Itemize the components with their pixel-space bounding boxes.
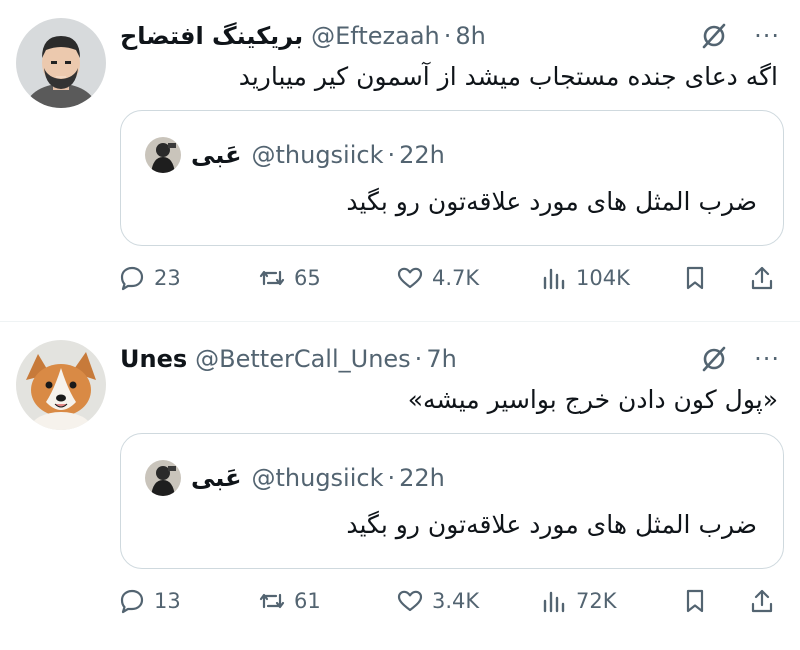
quote-avatar	[145, 460, 181, 496]
bookmark-button[interactable]	[681, 585, 717, 617]
user-handle[interactable]: @BetterCall_Unes	[195, 345, 411, 373]
separator-dot: ·	[414, 345, 423, 373]
bookmark-icon	[686, 589, 704, 613]
like-icon	[397, 590, 423, 612]
separator-dot: ·	[387, 141, 396, 169]
share-icon	[751, 589, 773, 613]
views-button[interactable]: 104K	[540, 262, 630, 294]
share-button[interactable]	[748, 585, 784, 617]
dog-avatar-image	[16, 340, 106, 430]
display-name[interactable]: Unes	[120, 345, 187, 373]
quote-avatar	[145, 137, 181, 173]
like-button[interactable]: 4.7K	[396, 262, 479, 294]
quoted-tweet[interactable]: عَبی @thugsiick · 22h ضرب المثل های مورد…	[120, 110, 784, 246]
timestamp[interactable]: 7h	[426, 345, 456, 373]
views-count: 72K	[576, 589, 617, 613]
retweet-button[interactable]: 65	[258, 262, 321, 294]
retweet-button[interactable]: 61	[258, 585, 321, 617]
tweet-text: «پول کون دادن خرج بواسیر میشه»	[407, 385, 778, 414]
views-button[interactable]: 72K	[540, 585, 617, 617]
tweet[interactable]: بریکینگ افتضاح @Eftezaah · 8h ··· اگه دع…	[0, 0, 800, 322]
separator-dot: ·	[443, 22, 452, 50]
quote-timestamp: 22h	[399, 141, 445, 169]
tweet[interactable]: Unes @BetterCall_Unes · 7h ··· «پول کون …	[0, 323, 800, 650]
action-bar: 13 61 3.4K 72K	[118, 585, 782, 617]
reply-icon	[120, 589, 144, 614]
grok-icon[interactable]	[700, 345, 728, 373]
views-count: 104K	[576, 266, 630, 290]
quote-text: ضرب المثل های مورد علاقه‌تون رو بگید	[346, 510, 757, 539]
avatar[interactable]	[16, 18, 106, 108]
retweet-count: 61	[294, 589, 321, 613]
more-icon[interactable]: ···	[754, 24, 780, 48]
tweet-text: اگه دعای جنده مستجاب میشد از آسمون کیر م…	[238, 62, 778, 91]
reply-icon	[120, 266, 144, 291]
quote-user-handle: @thugsiick	[251, 464, 384, 492]
quote-text: ضرب المثل های مورد علاقه‌تون رو بگید	[346, 187, 757, 216]
retweet-icon	[259, 593, 285, 609]
retweet-count: 65	[294, 266, 321, 290]
retweet-icon	[259, 270, 285, 286]
bookmark-icon	[686, 266, 704, 290]
user-handle[interactable]: @Eftezaah	[311, 22, 440, 50]
tweet-header: Unes @BetterCall_Unes · 7h ···	[120, 343, 780, 375]
reply-count: 23	[154, 266, 181, 290]
reply-count: 13	[154, 589, 181, 613]
like-icon	[397, 267, 423, 289]
quote-display-name: عَبی	[191, 464, 242, 492]
like-button[interactable]: 3.4K	[396, 585, 479, 617]
grok-icon[interactable]	[700, 22, 728, 50]
reply-button[interactable]: 23	[118, 262, 181, 294]
more-icon[interactable]: ···	[754, 347, 780, 371]
views-icon	[543, 591, 565, 613]
like-count: 4.7K	[432, 266, 480, 290]
quoted-tweet[interactable]: عَبی @thugsiick · 22h ضرب المثل های مورد…	[120, 433, 784, 569]
tweet-header: بریکینگ افتضاح @Eftezaah · 8h ···	[120, 20, 780, 52]
views-icon	[543, 268, 565, 290]
quote-user-handle: @thugsiick	[251, 141, 384, 169]
bookmark-button[interactable]	[681, 262, 717, 294]
reply-button[interactable]: 13	[118, 585, 181, 617]
avatar[interactable]	[16, 340, 106, 430]
timestamp[interactable]: 8h	[455, 22, 485, 50]
display-name[interactable]: بریکینگ افتضاح	[120, 22, 303, 50]
share-button[interactable]	[748, 262, 784, 294]
share-icon	[751, 266, 773, 290]
action-bar: 23 65 4.7K 104K	[118, 262, 782, 294]
quote-display-name: عَبی	[191, 141, 242, 169]
user-avatar-image	[16, 18, 106, 108]
quote-timestamp: 22h	[399, 464, 445, 492]
separator-dot: ·	[387, 464, 396, 492]
like-count: 3.4K	[432, 589, 480, 613]
